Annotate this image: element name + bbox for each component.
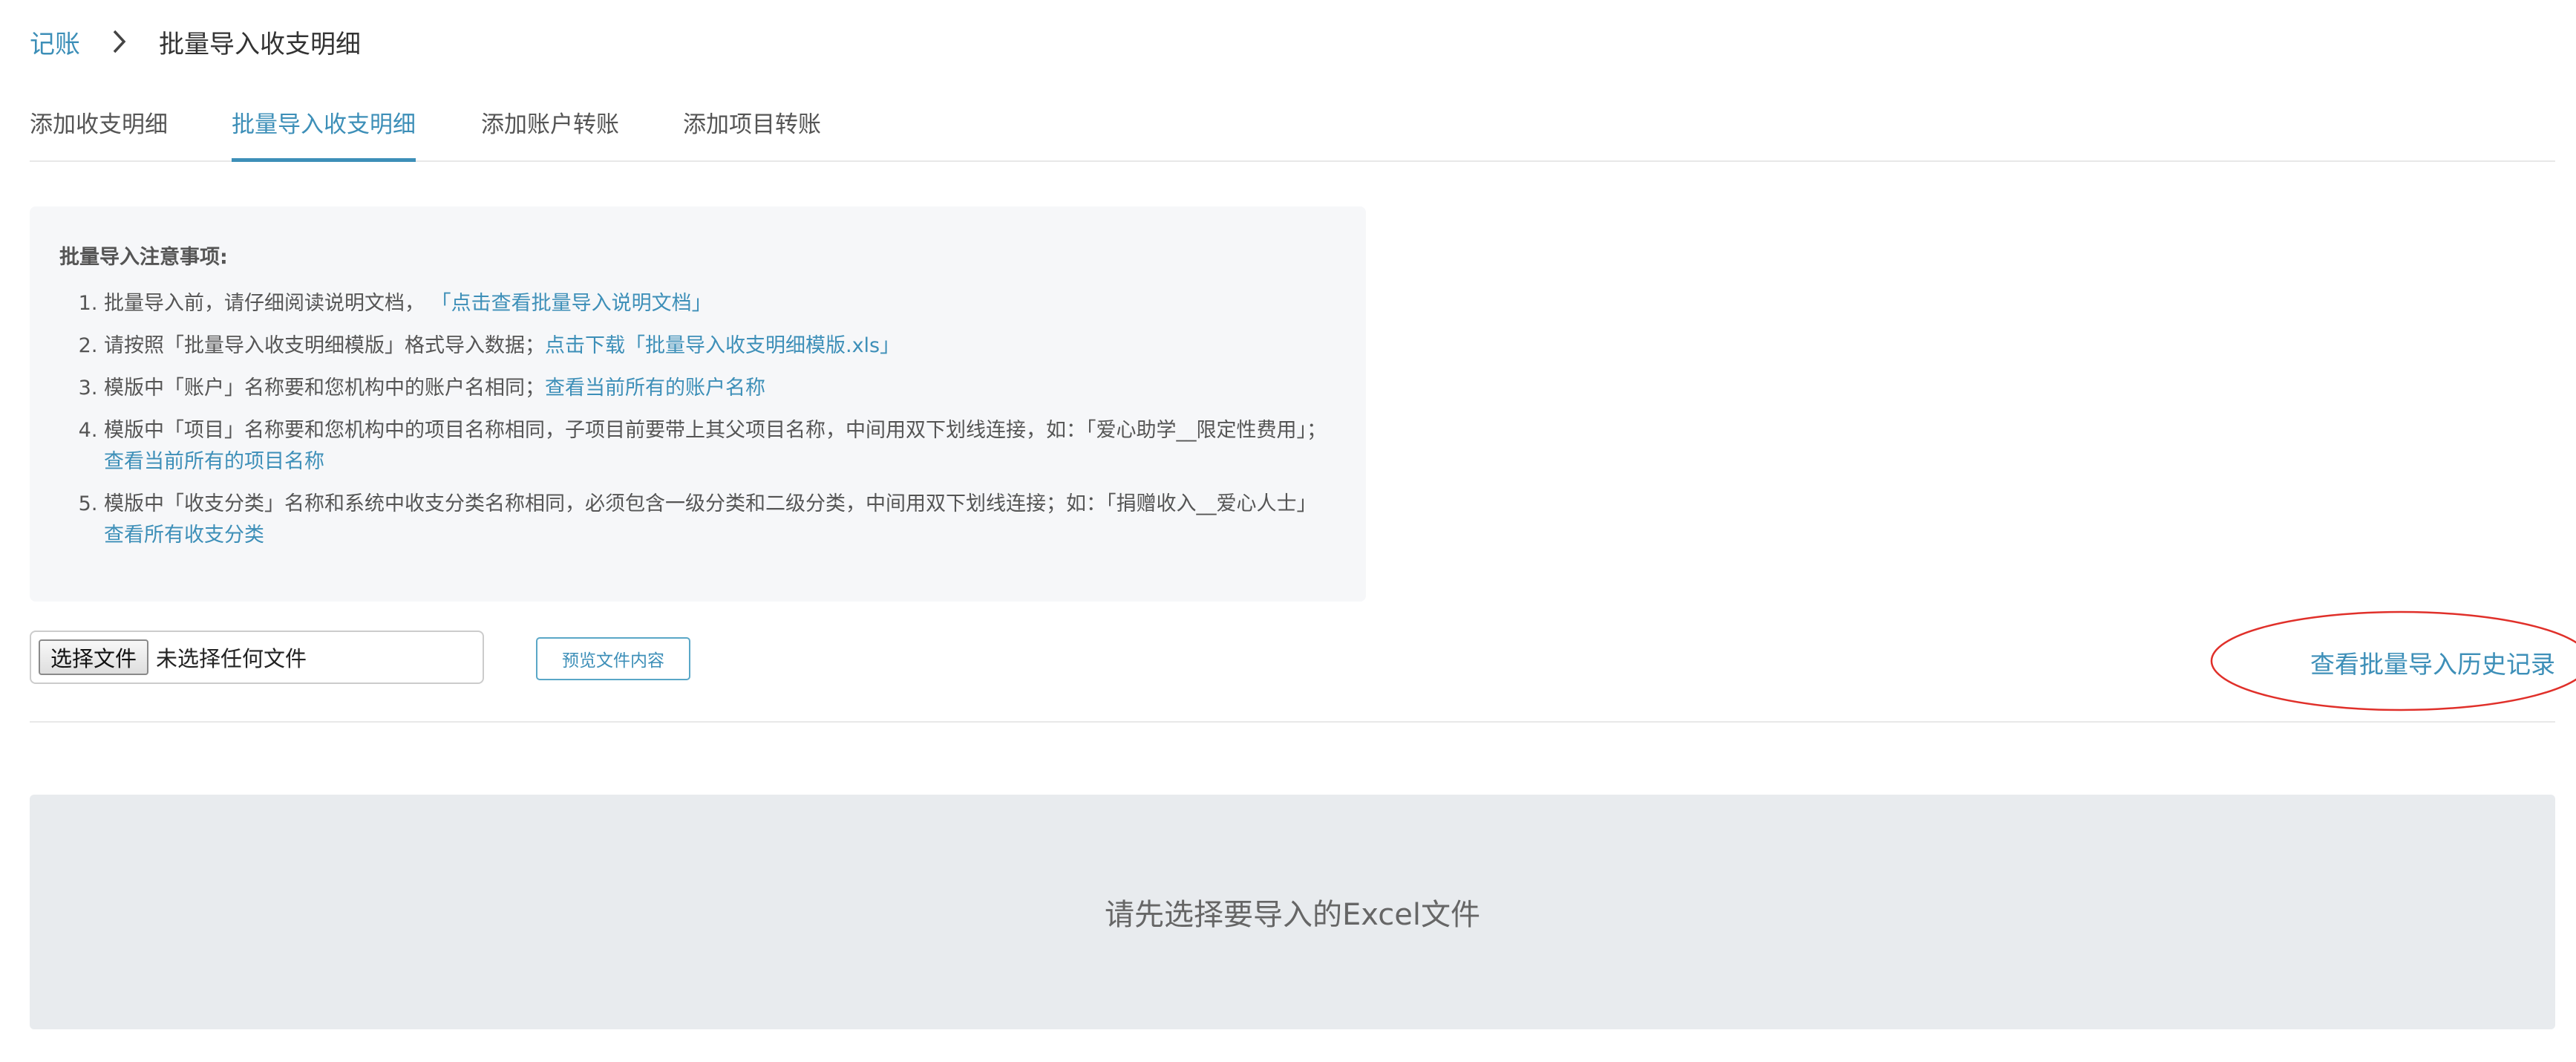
tab-bar: 添加收支明细 批量导入收支明细 添加账户转账 添加项目转账: [30, 104, 2555, 162]
notice-title: 批量导入注意事项:: [59, 246, 228, 269]
notice-list: 批量导入前，请仔细阅读说明文档， 「点击查看批量导入说明文档」 请按照「批量导入…: [59, 288, 1336, 551]
choose-file-button[interactable]: 选择文件: [39, 639, 149, 675]
placeholder-text: 请先选择要导入的Excel文件: [1105, 898, 1480, 932]
view-project-names-link[interactable]: 查看当前所有的项目名称: [104, 450, 324, 473]
notice-item-text: 请按照「批量导入收支明细模版」格式导入数据；: [104, 334, 545, 357]
breadcrumb: 记账 批量导入收支明细: [30, 22, 361, 61]
tab-batch-import[interactable]: 批量导入收支明细: [232, 104, 416, 162]
view-categories-link[interactable]: 查看所有收支分类: [104, 524, 264, 547]
breadcrumb-link-bookkeeping[interactable]: 记账: [30, 24, 80, 60]
download-template-link[interactable]: 点击下载「批量导入收支明细模版.xls」: [545, 334, 900, 357]
notice-item: 批量导入前，请仔细阅读说明文档， 「点击查看批量导入说明文档」: [104, 288, 1336, 319]
tab-add-project-transfer[interactable]: 添加项目转账: [683, 104, 821, 160]
import-history-link[interactable]: 查看批量导入历史记录: [2310, 645, 2555, 680]
chevron-right-icon: [99, 27, 140, 56]
notice-item-text: 模版中「账户」名称要和您机构中的账户名相同；: [104, 377, 545, 400]
notice-item: 请按照「批量导入收支明细模版」格式导入数据；点击下载「批量导入收支明细模版.xl…: [104, 330, 1336, 362]
file-input[interactable]: 选择文件 未选择任何文件: [30, 631, 484, 684]
notice-item: 模版中「收支分类」名称和系统中收支分类名称相同，必须包含一级分类和二级分类，中间…: [104, 489, 1336, 551]
notice-item: 模版中「项目」名称要和您机构中的项目名称相同，子项目前要带上其父项目名称，中间用…: [104, 415, 1336, 478]
preview-file-button[interactable]: 预览文件内容: [536, 637, 690, 680]
view-account-names-link[interactable]: 查看当前所有的账户名称: [545, 377, 765, 400]
import-notice-panel: 批量导入注意事项: 批量导入前，请仔细阅读说明文档， 「点击查看批量导入说明文档…: [30, 206, 1366, 602]
tab-add-income-expense[interactable]: 添加收支明细: [30, 104, 168, 160]
divider: [30, 721, 2555, 723]
import-preview-placeholder: 请先选择要导入的Excel文件: [30, 795, 2555, 1029]
notice-item-text: 模版中「项目」名称要和您机构中的项目名称相同，子项目前要带上其父项目名称，中间用…: [104, 419, 1327, 442]
breadcrumb-current: 批量导入收支明细: [159, 29, 361, 59]
tab-add-account-transfer[interactable]: 添加账户转账: [481, 104, 619, 160]
notice-item: 模版中「账户」名称要和您机构中的账户名相同；查看当前所有的账户名称: [104, 373, 1336, 404]
view-import-guide-link[interactable]: 「点击查看批量导入说明文档」: [431, 292, 712, 315]
history-link-area: 查看批量导入历史记录: [2206, 607, 2576, 714]
notice-item-text: 模版中「收支分类」名称和系统中收支分类名称相同，必须包含一级分类和二级分类，中间…: [104, 492, 1317, 515]
file-status-text: 未选择任何文件: [156, 646, 307, 671]
notice-item-text: 批量导入前，请仔细阅读说明文档，: [104, 292, 425, 315]
